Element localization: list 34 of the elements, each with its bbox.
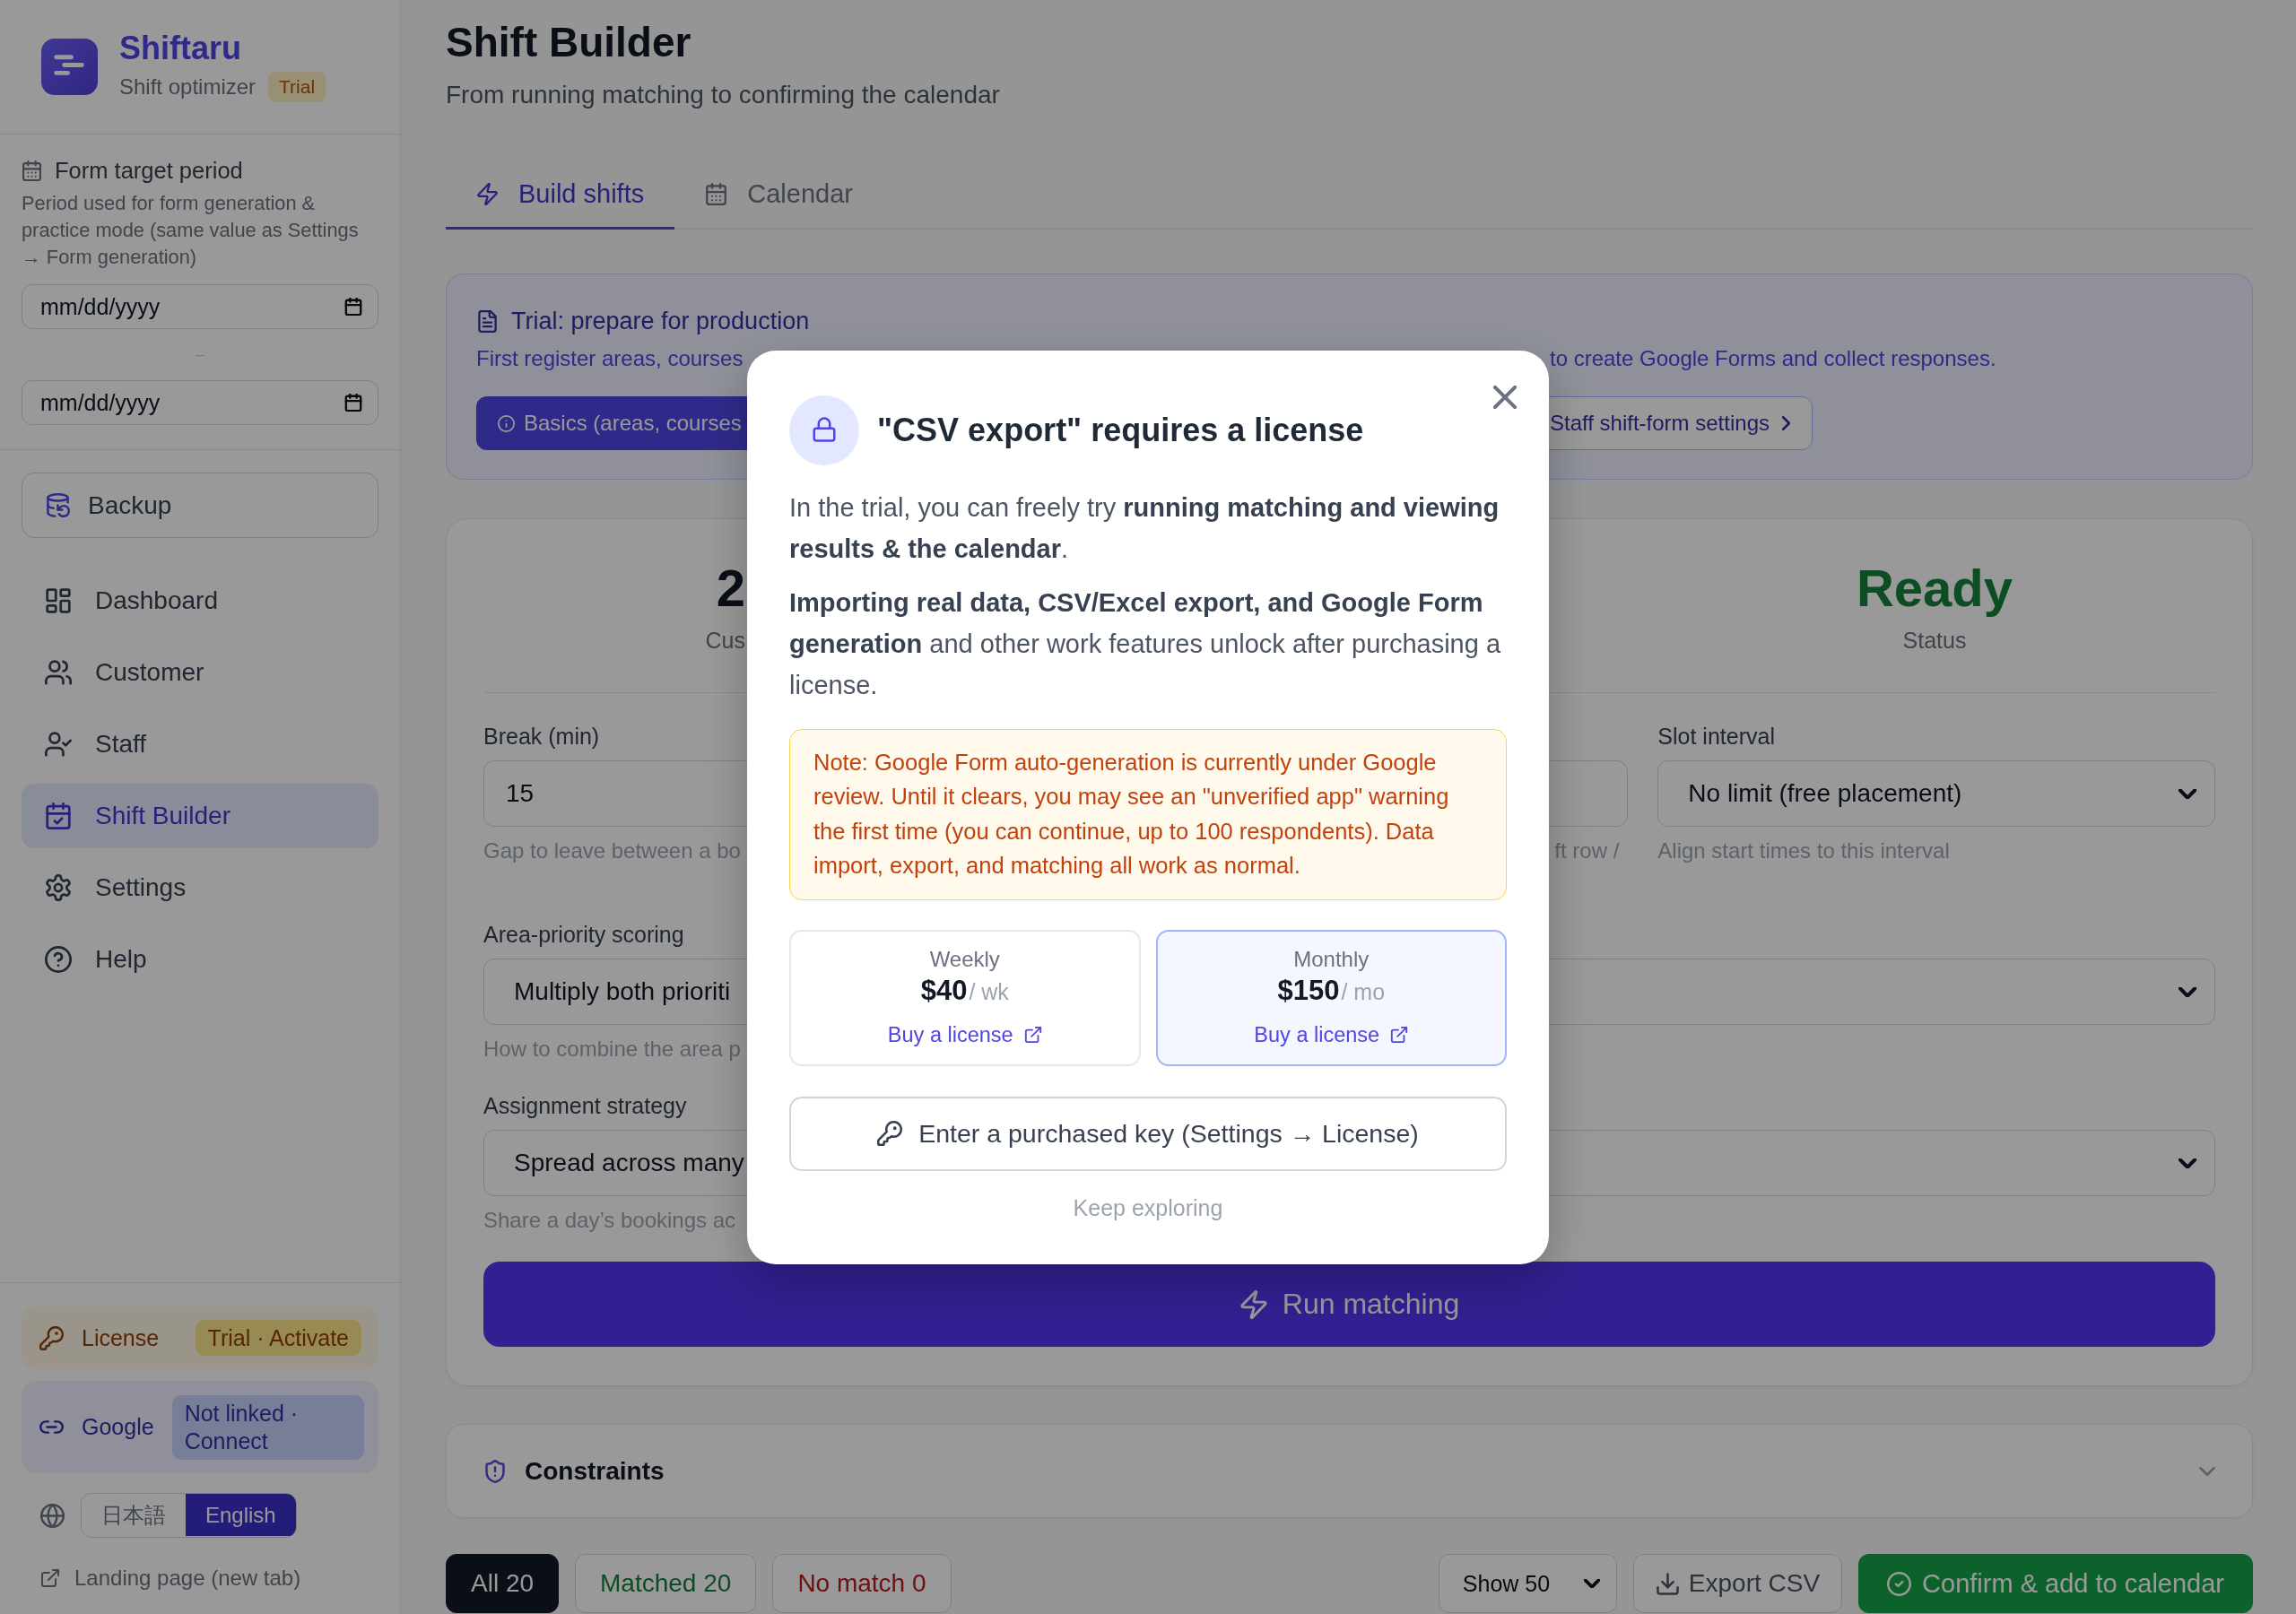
stat-label: Cus [705,627,745,654]
dialog-title: "CSV export" requires a license [877,410,1364,450]
help-text: Share a day’s bookings ac [483,1207,736,1234]
field-label: Slot interval [1657,723,1775,750]
warning-note: Note: Google Form auto-generation is currently under Google review. Until it clears, you may see an "unverified app" warning the first time (you can continue, up to 100 respondents). Data import, export, and matching all work as normal. [789,728,1507,900]
field-label: Assignment strategy [483,1092,687,1119]
plan-name: Monthly [1293,945,1370,973]
app-tagline: Shift optimizer [119,74,257,100]
stat-value: Ready [1856,558,2013,619]
help-text: ft row / [1554,837,1620,864]
status-badge: Not linked · Connect [171,1394,364,1460]
trial-badge: Trial [268,71,326,102]
page-title: Shift Builder [446,18,691,67]
plan-name: Weekly [929,945,1000,973]
app-name: Shiftaru [119,30,241,66]
section-label: Form target period [55,157,243,184]
help-text: Align start times to this interval [1657,837,1950,864]
banner-text: to create Google Forms and collect responses. [1550,345,1996,372]
help-text: Gap to leave between a bo [483,837,741,864]
help-text: How to combine the area p [483,1036,741,1063]
field-label: Break (min) [483,723,600,750]
plan-price: $40/ wk [920,973,1009,1008]
status-badge: Trial · Activate [195,1320,361,1356]
range-separator: – [196,346,204,363]
banner-text: First register areas, courses [476,345,744,372]
plan-price: $150/ mo [1277,973,1386,1008]
page-subtitle: From running matching to confirming the calendar [446,80,1000,110]
field-label: Area-priority scoring [483,921,684,948]
dialog-text: In the trial, you can freely try running matching and viewing results & the calendar. [789,491,1500,565]
dialog-text: Importing real data, CSV/Excel export, and Google Form generation and other work features unlock after purchasing a license. [789,586,1502,701]
section-description: Period used for form generation & practice mode (same value as Settings → Form generation) [22,191,360,270]
stat-value: 2 [716,558,745,619]
banner-title: Trial: prepare for production [511,307,810,335]
stat-label: Status [1902,627,1967,654]
